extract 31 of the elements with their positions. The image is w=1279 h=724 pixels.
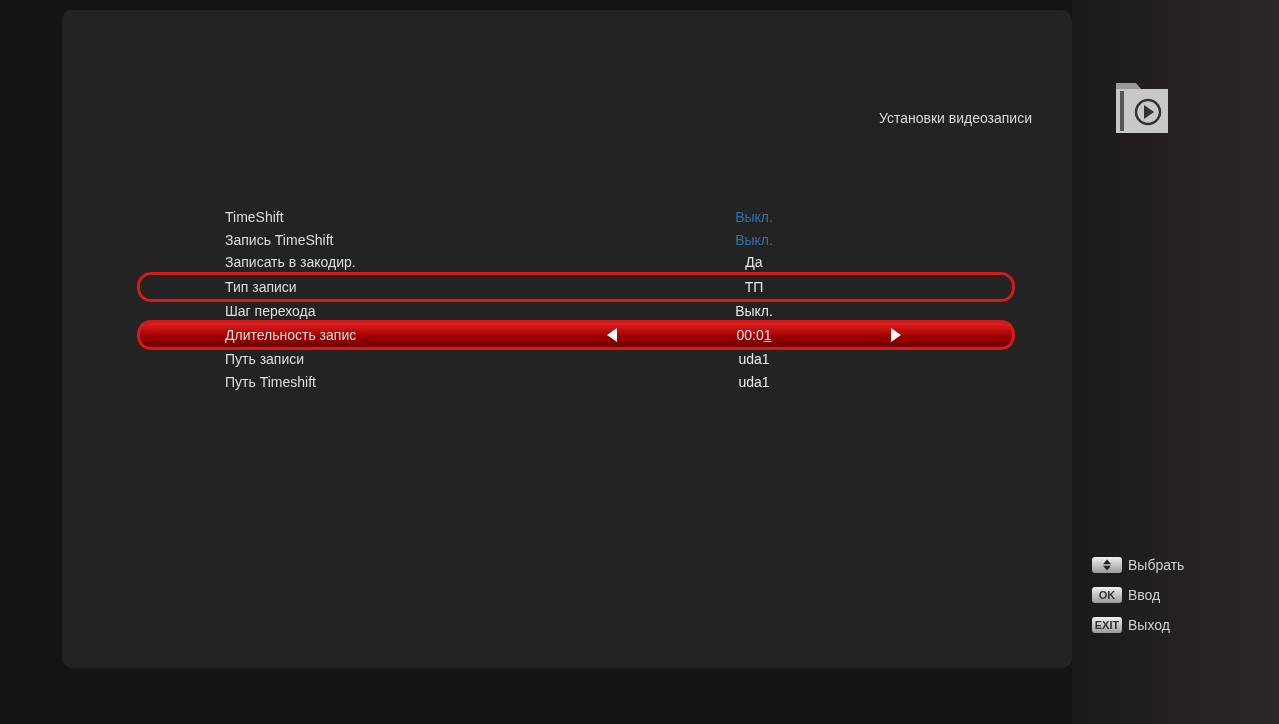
menu-title: Установки видеозаписи (878, 110, 1032, 128)
ok-key: OK (1092, 587, 1122, 603)
menu-row[interactable]: Путь записи uda1 (137, 348, 1015, 371)
setting-value: Выкл. (735, 209, 773, 226)
setting-value: ТП (744, 278, 764, 295)
setting-label: Длительность запис (225, 327, 358, 343)
menu-row[interactable]: Шаг перехода Выкл. (137, 299, 1015, 322)
left-arrow-icon[interactable] (607, 328, 617, 342)
setting-label: Путь записи (225, 351, 306, 368)
setting-label: Шаг перехода (225, 302, 317, 319)
key-hint-label: Ввод (1128, 587, 1161, 603)
menu-row[interactable]: Записать в закодир. Да (137, 251, 1015, 274)
setting-value: uda1 (738, 373, 770, 390)
setting-label: Записать в закодир. (225, 254, 357, 271)
setting-label: TimeShift (225, 209, 285, 226)
setting-value: uda1 (738, 351, 770, 368)
menu-row[interactable]: Путь Timeshift uda1 (137, 370, 1015, 393)
setting-label: Тип записи (225, 278, 298, 295)
setting-value: Выкл. (735, 302, 773, 319)
setting-label: Запись TimeShift (225, 231, 335, 248)
right-arrow-icon[interactable] (891, 328, 901, 342)
key-hint-label: Выход (1128, 617, 1170, 633)
up-down-key-icon (1092, 557, 1122, 573)
key-hint-label: Выбрать (1128, 557, 1185, 573)
menu-row[interactable]: Тип записи ТП (137, 271, 1015, 302)
selected-menu-row[interactable]: Длительность запис 00:01 (137, 320, 1015, 350)
setting-value: Выкл. (735, 231, 773, 248)
setting-value: Да (745, 254, 763, 271)
exit-key: EXIT (1092, 617, 1122, 633)
setting-label: Путь Timeshift (225, 373, 317, 390)
setting-value: 00:01 (736, 327, 772, 343)
